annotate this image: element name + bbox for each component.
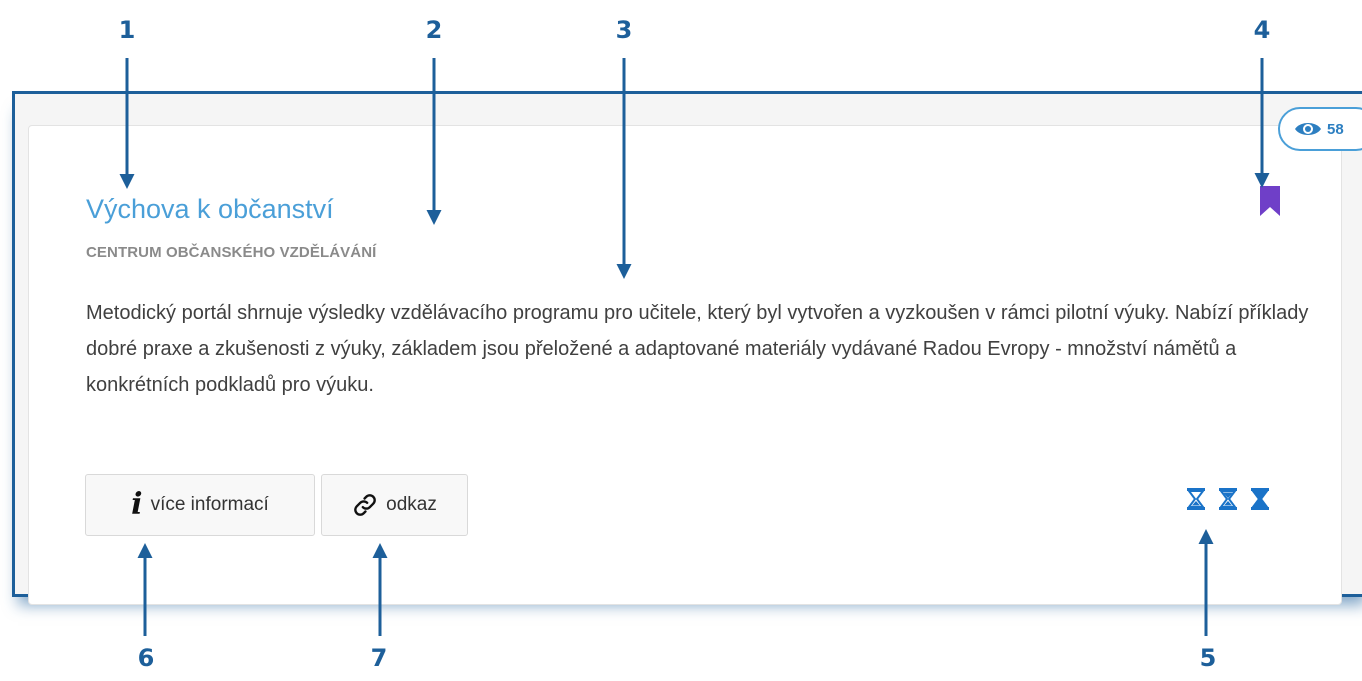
callout-arrows [119, 58, 1270, 636]
